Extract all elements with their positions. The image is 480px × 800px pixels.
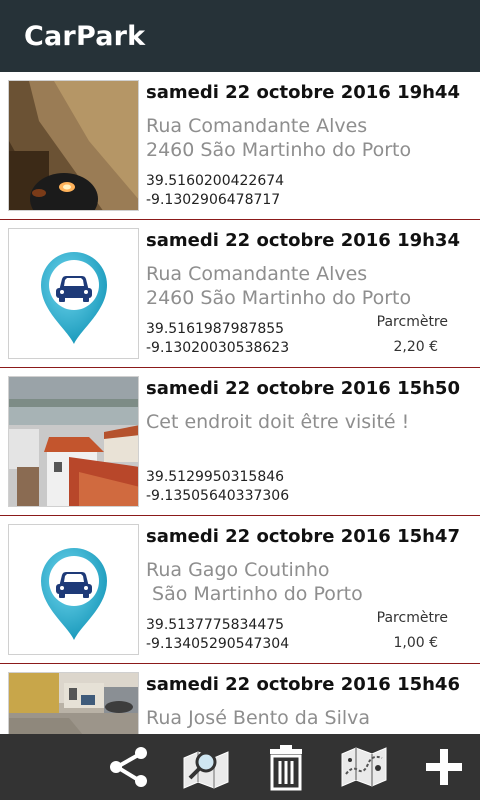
- parking-list[interactable]: samedi 22 octobre 2016 19h44 Rua Comanda…: [0, 72, 480, 734]
- car-pin-icon: [8, 524, 139, 655]
- entry-longitude: -9.1302906478717: [146, 192, 281, 208]
- entry-longitude: -9.13020030538623: [146, 340, 290, 356]
- entry-date: samedi 22 octobre 2016 15h47: [146, 526, 460, 547]
- entry-address: Rua Gago Coutinho São Martinho do Porto: [146, 559, 363, 605]
- entry-date: samedi 22 octobre 2016 15h50: [146, 378, 460, 399]
- add-icon[interactable]: [418, 742, 470, 792]
- entry-address: Rua Comandante Alves 2460 São Martinho d…: [146, 263, 412, 309]
- entry-latitude: 39.5129950315846: [146, 469, 285, 485]
- entry-longitude: -9.13405290547304: [146, 636, 290, 652]
- entry-address: Rua José Bento da Silva: [146, 707, 371, 729]
- list-item[interactable]: samedi 22 octobre 2016 15h50 Cet endroit…: [0, 368, 480, 516]
- entry-coordinates: 39.5161987987855 -9.13020030538623: [146, 320, 289, 358]
- share-icon[interactable]: [102, 742, 154, 792]
- entry-photo: [8, 672, 139, 734]
- app-bar: CarPark: [0, 0, 480, 72]
- payment-amount: 1,00 €: [393, 635, 438, 651]
- entry-latitude: 39.5161987987855: [146, 321, 285, 337]
- car-pin-icon: [8, 228, 139, 359]
- map-search-icon[interactable]: [180, 742, 232, 792]
- entry-date: samedi 22 octobre 2016 19h44: [146, 82, 460, 103]
- entry-note: Cet endroit doit être visité !: [146, 411, 410, 433]
- entry-date: samedi 22 octobre 2016 19h34: [146, 230, 460, 251]
- app-title: CarPark: [24, 20, 146, 52]
- payment-type: Parcmètre: [376, 314, 448, 330]
- entry-longitude: -9.13505640337306: [146, 488, 290, 504]
- list-item[interactable]: samedi 22 octobre 2016 19h34 Rua Comanda…: [0, 220, 480, 368]
- entry-coordinates: 39.5160200422674 -9.1302906478717: [146, 172, 284, 210]
- entry-address: Rua Comandante Alves 2460 São Martinho d…: [146, 115, 412, 161]
- bottom-action-bar: [0, 734, 480, 800]
- list-item[interactable]: samedi 22 octobre 2016 15h47 Rua Gago Co…: [0, 516, 480, 664]
- entry-date: samedi 22 octobre 2016 15h46: [146, 674, 460, 695]
- list-item[interactable]: samedi 22 octobre 2016 15h46 Rua José Be…: [0, 664, 480, 734]
- payment-type: Parcmètre: [376, 610, 448, 626]
- entry-latitude: 39.5160200422674: [146, 173, 285, 189]
- entry-latitude: 39.5137775834475: [146, 617, 285, 633]
- app-root: CarPark samedi 22 octobre 2016 19h44 Rua…: [0, 0, 480, 800]
- entry-photo: [8, 80, 139, 211]
- map-icon[interactable]: [338, 742, 390, 792]
- list-item[interactable]: samedi 22 octobre 2016 19h44 Rua Comanda…: [0, 72, 480, 220]
- trash-icon[interactable]: [260, 742, 312, 792]
- entry-photo: [8, 376, 139, 507]
- payment-amount: 2,20 €: [393, 339, 438, 355]
- entry-coordinates: 39.5129950315846 -9.13505640337306: [146, 468, 289, 506]
- entry-coordinates: 39.5137775834475 -9.13405290547304: [146, 616, 289, 654]
